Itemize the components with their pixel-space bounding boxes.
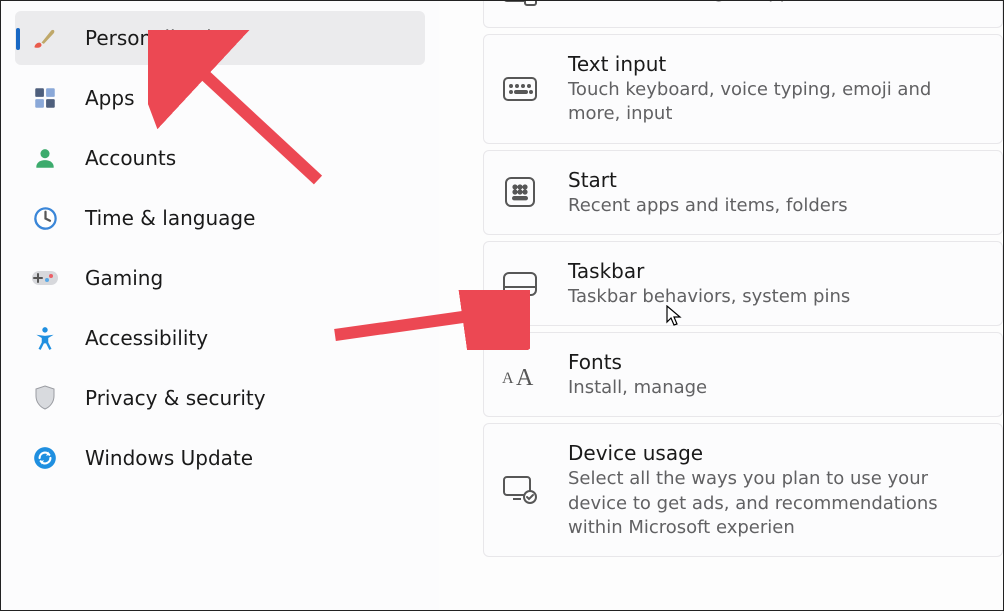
card-taskbar[interactable]: Taskbar Taskbar behaviors, system pins bbox=[483, 241, 1003, 326]
card-desc: Taskbar behaviors, system pins bbox=[568, 285, 850, 309]
sidebar-item-label: Gaming bbox=[85, 266, 163, 290]
sidebar-item-label: Apps bbox=[85, 86, 135, 110]
card-start[interactable]: Start Recent apps and items, folders bbox=[483, 150, 1003, 235]
card-text-input[interactable]: Text input Touch keyboard, voice typing,… bbox=[483, 34, 1003, 144]
update-icon bbox=[31, 444, 59, 472]
card-device-usage[interactable]: Device usage Select all the ways you pla… bbox=[483, 423, 1003, 557]
card-fonts[interactable]: AA Fonts Install, manage bbox=[483, 332, 1003, 417]
card-title: Text input bbox=[568, 51, 982, 78]
globe-clock-icon bbox=[31, 204, 59, 232]
sidebar-item-privacy-security[interactable]: Privacy & security bbox=[15, 371, 425, 425]
svg-text:A: A bbox=[516, 365, 534, 389]
sidebar-item-time-language[interactable]: Time & language bbox=[15, 191, 425, 245]
accessibility-icon bbox=[31, 324, 59, 352]
card-title: Fonts bbox=[568, 349, 707, 376]
sidebar-item-accessibility[interactable]: Accessibility bbox=[15, 311, 425, 365]
sidebar-item-personalization[interactable]: Personalization bbox=[15, 11, 425, 65]
lock-screen-icon bbox=[502, 1, 538, 11]
paintbrush-icon bbox=[31, 24, 59, 52]
card-title: Start bbox=[568, 167, 848, 194]
sidebar-item-label: Accessibility bbox=[85, 326, 208, 350]
person-icon bbox=[31, 144, 59, 172]
card-desc: Lock screen images, apps, animations bbox=[568, 1, 912, 5]
sidebar-item-windows-update[interactable]: Windows Update bbox=[15, 431, 425, 485]
keyboard-icon bbox=[502, 71, 538, 107]
sidebar-item-apps[interactable]: Apps bbox=[15, 71, 425, 125]
apps-icon bbox=[31, 84, 59, 112]
taskbar-icon bbox=[502, 266, 538, 302]
start-icon bbox=[502, 174, 538, 210]
card-title: Taskbar bbox=[568, 258, 850, 285]
card-title: Device usage bbox=[568, 440, 982, 467]
card-lock-screen[interactable]: Lock screen images, apps, animations bbox=[483, 1, 1003, 28]
sidebar-item-label: Time & language bbox=[85, 206, 255, 230]
settings-sidebar: Personalization Apps Accounts Time & lan… bbox=[1, 1, 439, 610]
sidebar-item-label: Accounts bbox=[85, 146, 176, 170]
card-desc: Recent apps and items, folders bbox=[568, 194, 848, 218]
shield-icon bbox=[31, 384, 59, 412]
card-desc: Install, manage bbox=[568, 376, 707, 400]
fonts-icon: AA bbox=[502, 357, 538, 393]
sidebar-item-gaming[interactable]: Gaming bbox=[15, 251, 425, 305]
device-usage-icon bbox=[502, 472, 538, 508]
svg-text:A: A bbox=[502, 370, 514, 387]
sidebar-item-label: Windows Update bbox=[85, 446, 253, 470]
gamepad-icon bbox=[31, 264, 59, 292]
sidebar-item-label: Personalization bbox=[85, 26, 237, 50]
card-desc: Select all the ways you plan to use your… bbox=[568, 467, 982, 540]
sidebar-item-accounts[interactable]: Accounts bbox=[15, 131, 425, 185]
sidebar-item-label: Privacy & security bbox=[85, 386, 266, 410]
card-desc: Touch keyboard, voice typing, emoji and … bbox=[568, 78, 982, 127]
personalization-content: Lock screen images, apps, animations Tex… bbox=[439, 1, 1003, 610]
